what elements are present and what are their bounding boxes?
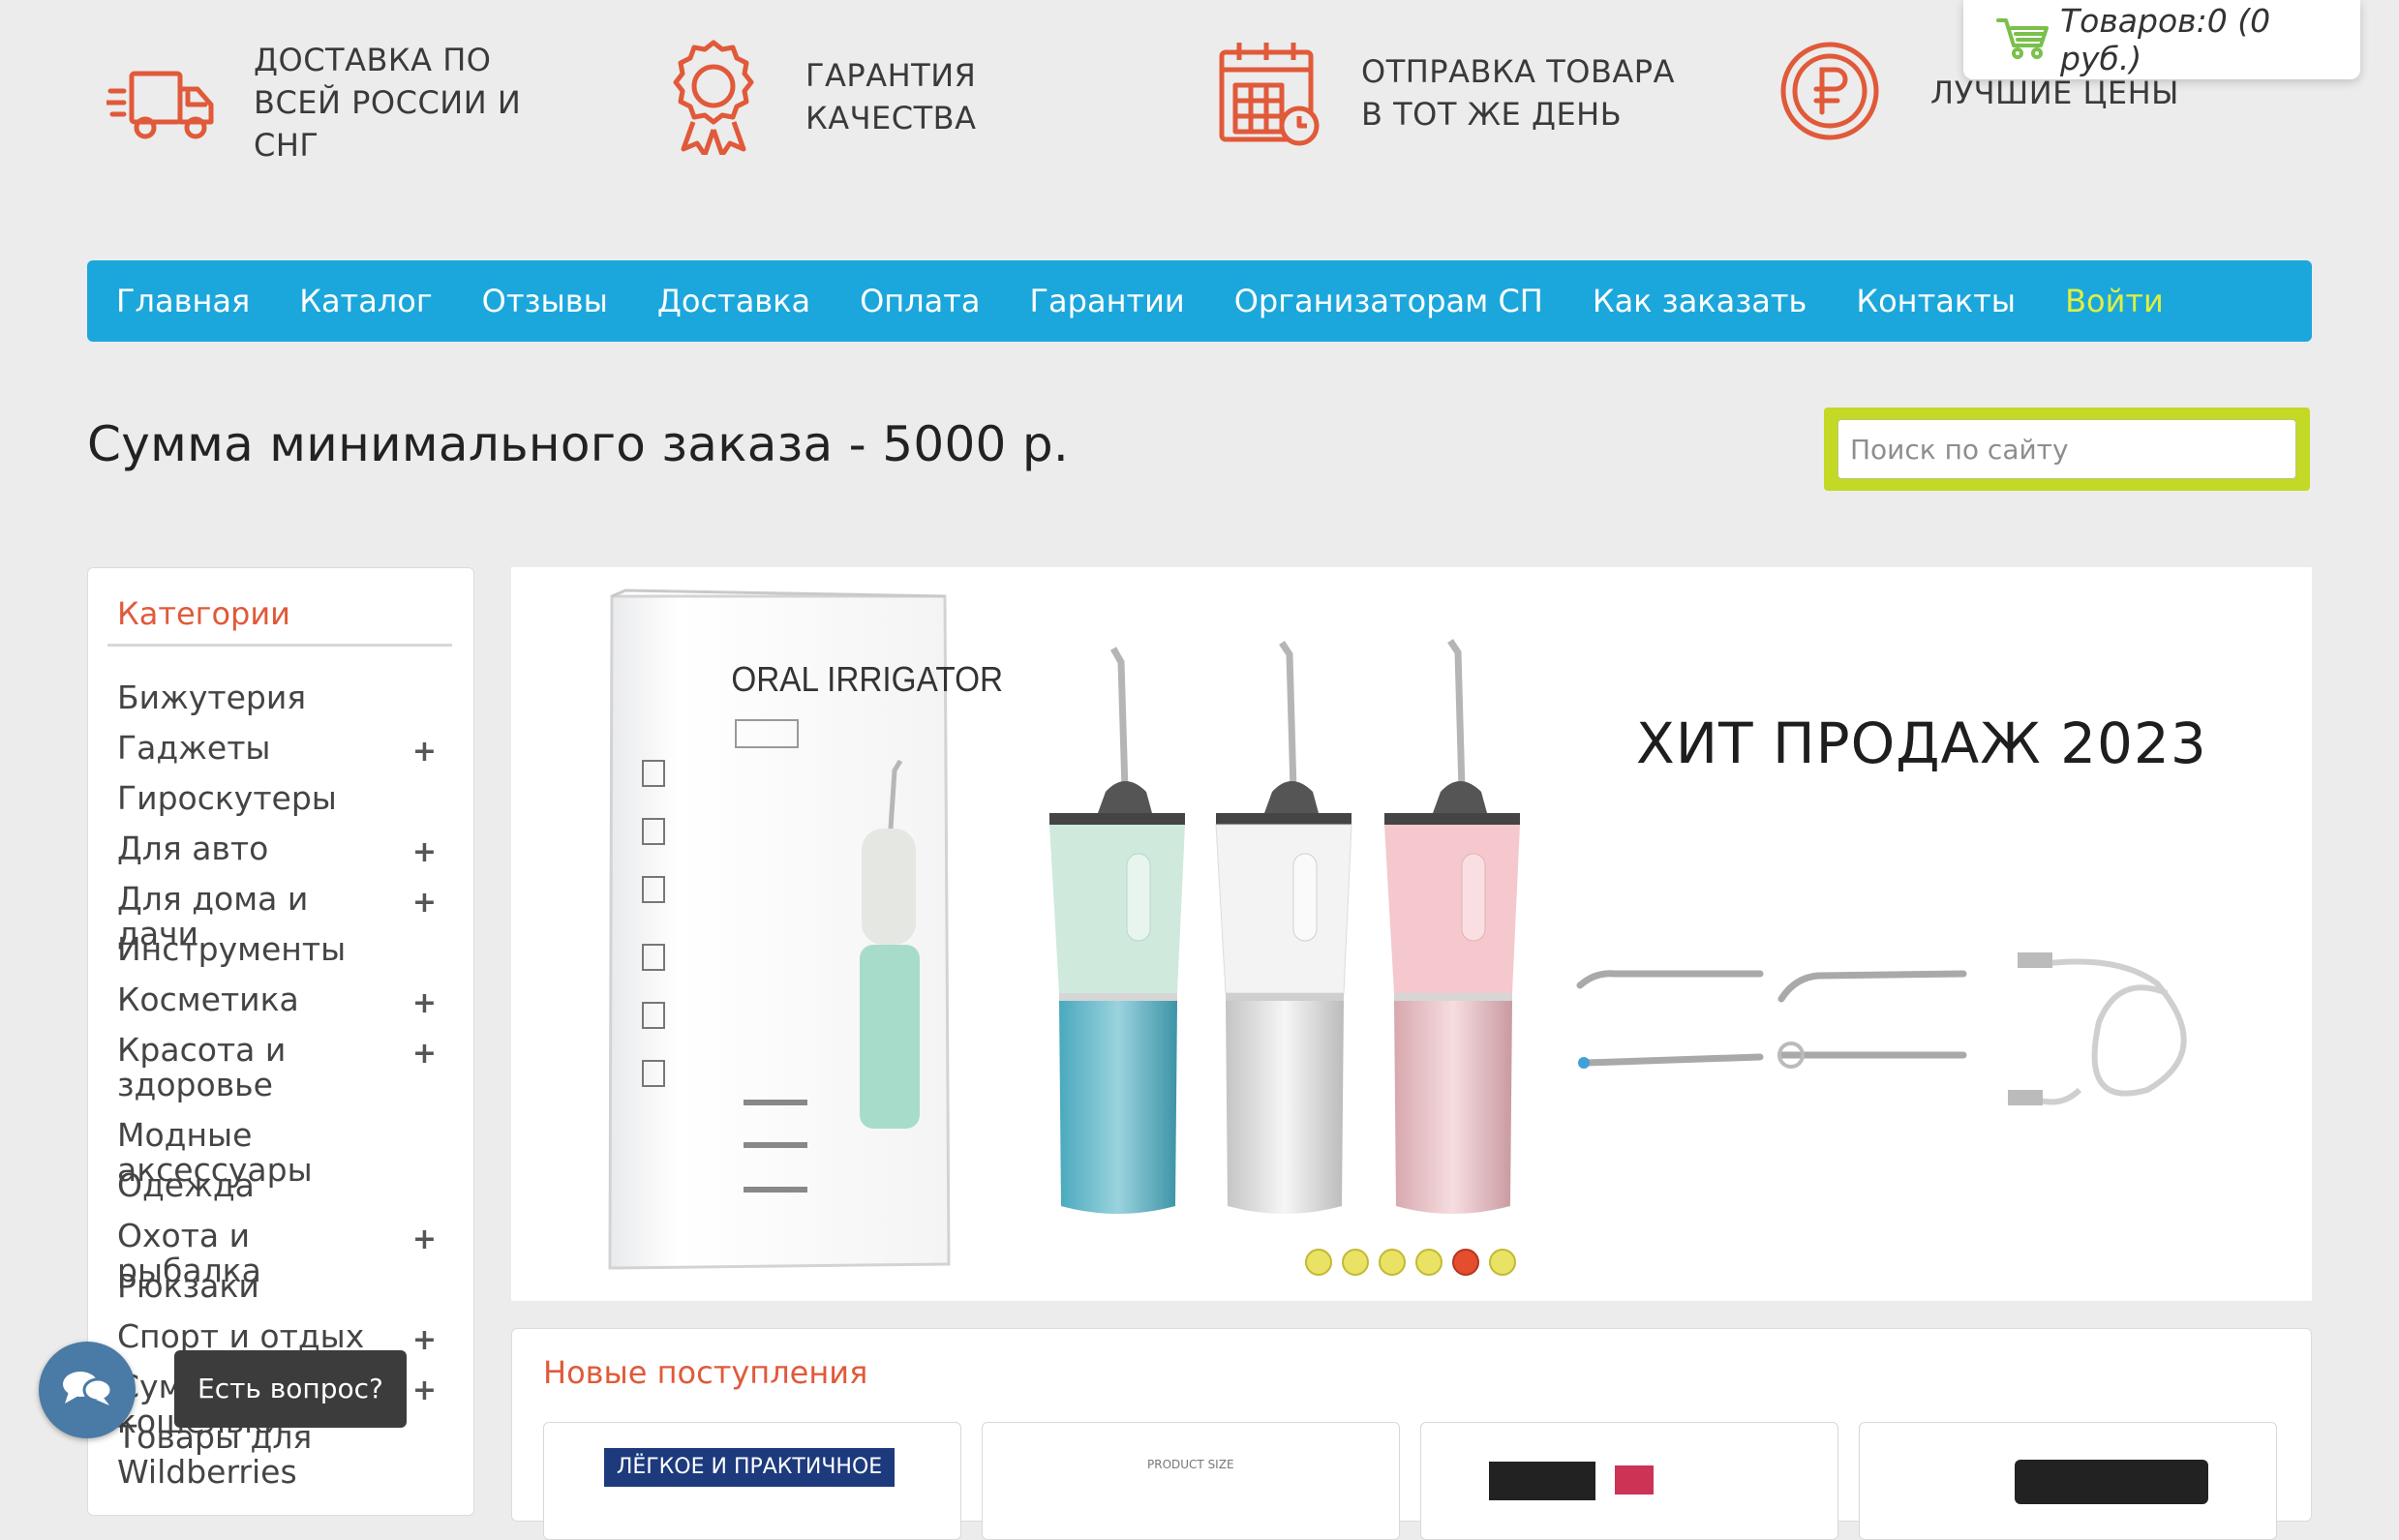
- category-label: Для авто: [117, 830, 269, 867]
- category-label: Гаджеты: [117, 729, 271, 767]
- cart-summary: Товаров:0 (0 руб.): [2060, 2, 2271, 77]
- category-label: Красота и здоровье: [117, 1031, 287, 1103]
- expand-plus-icon[interactable]: +: [412, 735, 437, 770]
- nav-item-organizers[interactable]: Организаторам СП: [1234, 283, 1543, 319]
- search-box: [1824, 408, 2310, 491]
- chat-button[interactable]: [39, 1342, 136, 1438]
- product-image: [2015, 1460, 2208, 1504]
- shopping-cart-icon: [1996, 16, 2050, 63]
- nav-item-contacts[interactable]: Контакты: [1856, 283, 2016, 319]
- feature-delivery-text: ДОСТАВКА ПО ВСЕЙ РОССИИ И СНГ: [254, 42, 522, 164]
- category-label: Гироскутеры: [117, 779, 337, 817]
- box-label: ORAL IRRIGATOR: [731, 661, 1003, 699]
- category-label: Бижутерия: [117, 679, 307, 716]
- category-label: Товары для Wildberries: [117, 1418, 313, 1491]
- expand-plus-icon[interactable]: +: [412, 1323, 437, 1358]
- sidebar-category-item[interactable]: Спорт и отдых +: [117, 1317, 437, 1358]
- quality-medal-icon: [668, 39, 759, 155]
- cart-widget[interactable]: Товаров:0 (0 руб.): [1963, 0, 2360, 79]
- feature-same-day-text: ОТПРАВКА ТОВАРА В ТОТ ЖЕ ДЕНЬ: [1361, 53, 1675, 133]
- category-label: Рюкзаки: [117, 1267, 259, 1305]
- new-arrivals-panel: Новые поступления ЛЁГКОЕ И ПРАКТИЧНОЕ PR…: [511, 1328, 2312, 1540]
- slider-dot[interactable]: [1305, 1249, 1332, 1276]
- sidebar-category-item[interactable]: Для авто +: [117, 830, 437, 870]
- slider-dot[interactable]: [1379, 1249, 1406, 1276]
- sidebar-category-item[interactable]: Одежда: [117, 1168, 437, 1203]
- product-image: [1489, 1462, 1654, 1500]
- nav-item-payment[interactable]: Оплата: [860, 283, 980, 319]
- sidebar-category-item[interactable]: Гаджеты +: [117, 729, 437, 770]
- nav-item-guarantees[interactable]: Гарантии: [1030, 283, 1185, 319]
- feature-same-day: ОТПРАВКА ТОВАРА В ТОТ ЖЕ ДЕНЬ: [1218, 39, 1690, 147]
- search-input[interactable]: [1837, 419, 2296, 479]
- product-card[interactable]: PRODUCT SIZE: [982, 1422, 1400, 1540]
- sidebar-category-item[interactable]: Товары для Wildberries: [117, 1420, 437, 1490]
- ruble-coin-icon: [1779, 39, 1884, 147]
- expand-plus-icon[interactable]: +: [412, 886, 437, 921]
- slider-dot[interactable]: [1342, 1249, 1369, 1276]
- nav-item-delivery[interactable]: Доставка: [657, 283, 810, 319]
- feature-quality-text: ГАРАНТИЯ КАЧЕСТВА: [805, 57, 977, 136]
- main-nav: Главная Каталог Отзывы Доставка Оплата Г…: [87, 260, 2312, 342]
- new-arrivals-title: Новые поступления: [543, 1354, 868, 1391]
- expand-plus-icon[interactable]: +: [412, 835, 437, 870]
- category-label: Одежда: [117, 1166, 255, 1204]
- sidebar-category-item[interactable]: Бижутерия: [117, 680, 437, 715]
- product-card[interactable]: [1859, 1422, 2277, 1540]
- feature-quality: ГАРАНТИЯ КАЧЕСТВА: [668, 39, 1154, 155]
- chat-tooltip: Есть вопрос?: [174, 1350, 407, 1428]
- nav-item-catalog[interactable]: Каталог: [299, 283, 432, 319]
- sidebar-category-item[interactable]: Рюкзаки: [117, 1269, 437, 1304]
- feature-delivery: ДОСТАВКА ПО ВСЕЙ РОССИИ И СНГ: [106, 39, 573, 166]
- product-size-text: PRODUCT SIZE: [1147, 1458, 1234, 1471]
- category-label: Косметика: [117, 981, 299, 1018]
- calendar-clock-icon: [1218, 39, 1322, 147]
- slider-pagination: [1305, 1249, 1526, 1276]
- sidebar-title: Категории: [117, 595, 290, 632]
- nav-item-how-to-order[interactable]: Как заказать: [1593, 283, 1807, 319]
- nav-item-login[interactable]: Войти: [2065, 283, 2164, 319]
- product-card[interactable]: ЛЁГКОЕ И ПРАКТИЧНОЕ: [543, 1422, 961, 1540]
- chat-bubble-icon: [61, 1369, 113, 1411]
- sidebar-divider: [107, 644, 452, 647]
- nav-item-home[interactable]: Главная: [116, 283, 250, 319]
- expand-plus-icon[interactable]: +: [412, 986, 437, 1021]
- hero-slider[interactable]: ORAL IRRIGATOR ХИТ ПРОДАЖ 2023: [511, 567, 2312, 1301]
- category-label: Инструменты: [117, 930, 347, 968]
- product-banner-text: ЛЁГКОЕ И ПРАКТИЧНОЕ: [604, 1448, 895, 1487]
- category-label: Спорт и отдых: [117, 1317, 365, 1355]
- expand-plus-icon[interactable]: +: [412, 1037, 437, 1072]
- nav-item-reviews[interactable]: Отзывы: [482, 283, 608, 319]
- sidebar-category-item[interactable]: Косметика +: [117, 981, 437, 1021]
- expand-plus-icon[interactable]: +: [412, 1374, 437, 1408]
- product-card[interactable]: [1420, 1422, 1838, 1540]
- slider-dot[interactable]: [1415, 1249, 1442, 1276]
- slider-dot-active[interactable]: [1452, 1249, 1479, 1276]
- slide-headline: ХИТ ПРОДАЖ 2023: [1636, 710, 2207, 776]
- sidebar-category-item[interactable]: Красота и здоровье +: [117, 1033, 437, 1102]
- sidebar-category-item[interactable]: Гироскутеры: [117, 781, 437, 816]
- expand-plus-icon[interactable]: +: [412, 1223, 437, 1257]
- sidebar-category-item[interactable]: Инструменты: [117, 932, 437, 967]
- slide-product-image: ORAL IRRIGATOR: [608, 589, 2187, 1270]
- min-order-heading: Сумма минимального заказа - 5000 р.: [87, 416, 1070, 472]
- slider-dot[interactable]: [1489, 1249, 1516, 1276]
- delivery-truck-icon: [106, 62, 215, 143]
